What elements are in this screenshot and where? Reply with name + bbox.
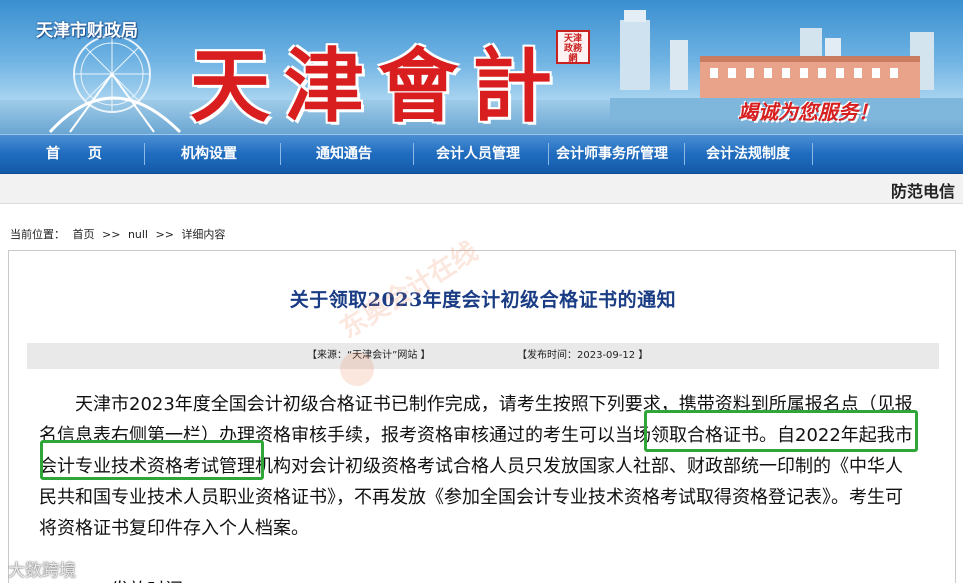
- slogan: 竭诚为您服务！: [738, 100, 878, 124]
- main-nav: 首 页 机构设置 通知通告 会计人员管理 会计师事务所管理 会计法规制度: [0, 134, 963, 174]
- section-heading: 一、发放时间: [39, 575, 919, 583]
- ferris-wheel-image: [48, 35, 182, 134]
- nav-firm-management[interactable]: 会计师事务所管理: [556, 135, 668, 173]
- article-title: 关于领取2023年度会计初级合格证书的通知: [289, 289, 677, 311]
- nav-separator: [144, 143, 145, 165]
- nav-separator: [548, 143, 549, 165]
- nav-regulations[interactable]: 会计法规制度: [706, 135, 790, 173]
- highlight-box: [644, 410, 918, 452]
- breadcrumb: 当前位置： 首页 >> null >> 详细内容: [10, 226, 229, 242]
- breadcrumb-separator: >>: [102, 228, 121, 241]
- bureau-name: 天津市财政局: [36, 21, 138, 41]
- breadcrumb-current: 详细内容: [181, 228, 226, 241]
- nav-separator: [413, 143, 414, 165]
- nav-separator: [812, 143, 813, 165]
- announcement-strip: 防范电信: [0, 174, 963, 204]
- tianjin-seal: 天津 政務 網: [556, 30, 590, 64]
- site-title: 天津會計: [190, 39, 566, 133]
- highlight-box: [40, 440, 264, 480]
- breadcrumb-category[interactable]: null: [128, 228, 148, 241]
- nav-separator: [280, 143, 281, 165]
- nav-separator: [684, 143, 685, 165]
- nav-organization[interactable]: 机构设置: [181, 135, 237, 173]
- breadcrumb-separator: >>: [155, 228, 174, 241]
- article-date: 【发布时间：2023-09-12 】: [517, 350, 649, 361]
- corner-watermark: 大数跨境: [8, 561, 76, 581]
- site-banner: 天津市财政局 天津會計 天津 政務 網 竭诚为您服务！: [0, 0, 963, 134]
- breadcrumb-home[interactable]: 首页: [73, 228, 95, 241]
- nav-home[interactable]: 首 页: [46, 135, 102, 173]
- nav-accountant-management[interactable]: 会计人员管理: [436, 135, 520, 173]
- article-meta: 【来源：“天津会计”网站 】 【发布时间：2023-09-12 】: [27, 343, 939, 369]
- watermark-logo: [340, 352, 374, 386]
- breadcrumb-label: 当前位置：: [10, 228, 65, 241]
- nav-notices[interactable]: 通知通告: [316, 135, 372, 173]
- anti-fraud-link[interactable]: 防范电信: [891, 178, 955, 202]
